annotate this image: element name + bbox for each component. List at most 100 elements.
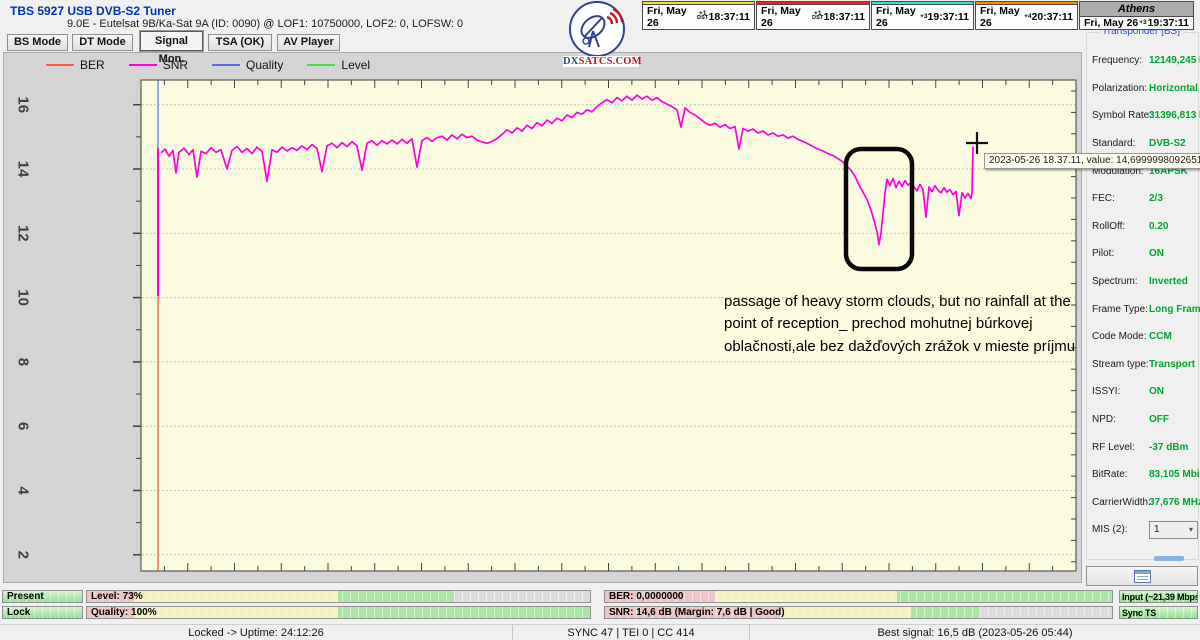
transponder-row: CarrierWidth:37,676 MHz bbox=[1087, 489, 1198, 517]
mis-row: MIS (2):1▾ bbox=[1087, 516, 1198, 544]
ber-meter: BER: 0,0000000 bbox=[604, 590, 1113, 603]
y-axis-label: 2 bbox=[15, 551, 32, 559]
clock-4: DubaiFri, May 26+420:37:11 bbox=[975, 1, 1078, 30]
transponder-row: Frame Type:Long Frame bbox=[1087, 295, 1198, 323]
transponder-label: Pilot: bbox=[1092, 248, 1149, 259]
transponder-row: RollOff:0.20 bbox=[1087, 213, 1198, 241]
storm-note-line: point of reception_ prechod mohutnej búr… bbox=[724, 313, 1094, 335]
transponder-value: OFF bbox=[1149, 414, 1169, 425]
clock-time: Fri, May 26+319:37:11 bbox=[1080, 17, 1193, 29]
transponder-value: 12149,245 MHz bbox=[1149, 55, 1200, 66]
mis-label: MIS (2): bbox=[1092, 524, 1149, 535]
clock-5: AthensFri, May 26+319:37:11 bbox=[1079, 1, 1194, 30]
transponder-label: RF Level: bbox=[1092, 442, 1149, 453]
clock-time: Fri, May 26+319:37:11 bbox=[872, 5, 973, 29]
y-axis-label: 6 bbox=[15, 422, 32, 430]
transponder-label: BitRate: bbox=[1092, 469, 1149, 480]
transponder-label: Standard: bbox=[1092, 138, 1149, 149]
transponder-value: 0.20 bbox=[1149, 221, 1168, 232]
tab-av-player[interactable]: AV Player bbox=[277, 34, 340, 51]
level-meter: Level: 73% bbox=[86, 590, 591, 603]
transponder-list-button[interactable] bbox=[1086, 566, 1198, 586]
transponder-row: FEC:2/3 bbox=[1087, 185, 1198, 213]
transponder-row: Spectrum:Inverted bbox=[1087, 268, 1198, 296]
window-list-icon bbox=[1134, 570, 1151, 583]
transponder-label: Stream type: bbox=[1092, 359, 1149, 370]
transponder-row: Symbol Rate:31396,813 KS/s bbox=[1087, 102, 1198, 130]
transponder-label: Polarization: bbox=[1092, 83, 1149, 94]
transponder-label: Code Mode: bbox=[1092, 331, 1149, 342]
status-bar: Locked -> Uptime: 24:12:26 SYNC 47 | TEI… bbox=[0, 624, 1200, 640]
mis-dropdown[interactable]: 1▾ bbox=[1149, 521, 1198, 539]
chart-tooltip: 2023-05-26 18.37.11, value: 14,699999809… bbox=[984, 153, 1200, 169]
transponder-row: NPD:OFF bbox=[1087, 406, 1198, 434]
transponder-value: DVB-S2 bbox=[1149, 138, 1186, 149]
transponder-row: Frequency:12149,245 MHz bbox=[1087, 47, 1198, 75]
logo-text: DXSATCS.COM bbox=[563, 56, 639, 67]
tab-tsa-ok-[interactable]: TSA (OK) bbox=[208, 34, 272, 51]
clock-time: Fri, May 26+1DST18:37:11 bbox=[643, 5, 754, 29]
transponder-value: -37 dBm bbox=[1149, 442, 1188, 453]
storm-annotation-text: passage of heavy storm clouds, but no ra… bbox=[724, 291, 1094, 358]
transponder-value: 2/3 bbox=[1149, 193, 1163, 204]
input-bitrate-indicator: Input (~21,39 Mbps) bbox=[1119, 590, 1198, 603]
transponder-panel: Transponder [BS] Frequency:12149,245 MHz… bbox=[1086, 32, 1199, 560]
clock-3: MoscowFri, May 26+319:37:11 bbox=[871, 1, 974, 30]
status-sync-info: SYNC 47 | TEI 0 | CC 414 bbox=[512, 625, 749, 640]
transponder-value: CCM bbox=[1149, 331, 1172, 342]
dxsatcs-logo: DXSATCS.COM bbox=[563, 0, 639, 68]
window-subtitle: 9.0E - Eutelsat 9B/Ka-Sat 9A (ID: 0090) … bbox=[67, 18, 463, 30]
satellite-dish-icon bbox=[569, 1, 625, 57]
transponder-value: ON bbox=[1149, 386, 1164, 397]
transponder-value: Horizontal bbox=[1149, 83, 1198, 94]
transponder-label: FEC: bbox=[1092, 193, 1149, 204]
y-axis-label: 16 bbox=[15, 96, 32, 113]
transponder-value: 31396,813 KS/s bbox=[1149, 110, 1200, 121]
clock-time: Fri, May 26+420:37:11 bbox=[976, 5, 1077, 29]
transponder-label: Frequency: bbox=[1092, 55, 1149, 66]
transponder-row: Pilot:ON bbox=[1087, 240, 1198, 268]
status-uptime: Locked -> Uptime: 24:12:26 bbox=[0, 625, 512, 640]
tab-bs-mode[interactable]: BS Mode bbox=[7, 34, 68, 51]
transponder-row: RF Level:-37 dBm bbox=[1087, 433, 1198, 461]
tab-signal-mon-[interactable]: Signal Mon. bbox=[140, 31, 203, 51]
lock-indicator: Lock bbox=[2, 606, 83, 619]
clock-1: Lučenec-Slovakia_R.DávidFri, May 26+1DST… bbox=[642, 1, 755, 30]
sidebar-scrollbar-thumb[interactable] bbox=[1154, 556, 1184, 561]
transponder-label: RollOff: bbox=[1092, 221, 1149, 232]
world-clocks: Lučenec-Slovakia_R.DávidFri, May 26+1DST… bbox=[641, 1, 1194, 30]
present-indicator: Present bbox=[2, 590, 83, 603]
y-axis-label: 14 bbox=[15, 161, 32, 178]
transponder-rows: Frequency:12149,245 MHzPolarization:Hori… bbox=[1087, 47, 1198, 544]
transponder-value: ON bbox=[1149, 248, 1164, 259]
transponder-label: CarrierWidth: bbox=[1092, 497, 1149, 508]
transponder-value: 83,105 Mbit/s bbox=[1149, 469, 1200, 480]
quality-meter: Quality: 100% bbox=[86, 606, 591, 619]
transponder-label: NPD: bbox=[1092, 414, 1149, 425]
tab-dt-mode[interactable]: DT Mode bbox=[72, 34, 133, 51]
transponder-row: Stream type:Transport bbox=[1087, 351, 1198, 379]
snr-meter: SNR: 14,6 dB (Margin: 7,6 dB | Good) bbox=[604, 606, 1113, 619]
transponder-row: Polarization:Horizontal bbox=[1087, 75, 1198, 103]
transponder-row: ISSYI:ON bbox=[1087, 378, 1198, 406]
transponder-label: Symbol Rate: bbox=[1092, 110, 1149, 121]
window-title: TBS 5927 USB DVB-S2 Tuner bbox=[10, 4, 176, 18]
sync-ts-indicator: Sync TS bbox=[1119, 606, 1198, 619]
transponder-row: BitRate:83,105 Mbit/s bbox=[1087, 461, 1198, 489]
y-axis-label: 4 bbox=[15, 486, 32, 495]
transponder-value: 37,676 MHz bbox=[1149, 497, 1200, 508]
transponder-value: Long Frame bbox=[1149, 304, 1200, 315]
transponder-value: Inverted bbox=[1149, 276, 1188, 287]
clock-2: Berlin-Paris-Vienna-BelgradeFri, May 26+… bbox=[756, 1, 870, 30]
clock-city-label: Athens bbox=[1080, 2, 1193, 17]
storm-note-line: passage of heavy storm clouds, but no ra… bbox=[724, 291, 1094, 313]
y-axis-label: 8 bbox=[15, 358, 32, 366]
clock-time: Fri, May 26+1DST18:37:11 bbox=[757, 5, 869, 29]
y-axis-label: 10 bbox=[15, 289, 32, 306]
storm-note-line: oblačnosti,ale bez dažďových zrážok v mi… bbox=[724, 336, 1094, 358]
transponder-row: Code Mode:CCM bbox=[1087, 323, 1198, 351]
y-axis-label: 12 bbox=[15, 225, 32, 242]
transponder-label: ISSYI: bbox=[1092, 386, 1149, 397]
transponder-label: Spectrum: bbox=[1092, 276, 1149, 287]
transponder-label: Frame Type: bbox=[1092, 304, 1149, 315]
